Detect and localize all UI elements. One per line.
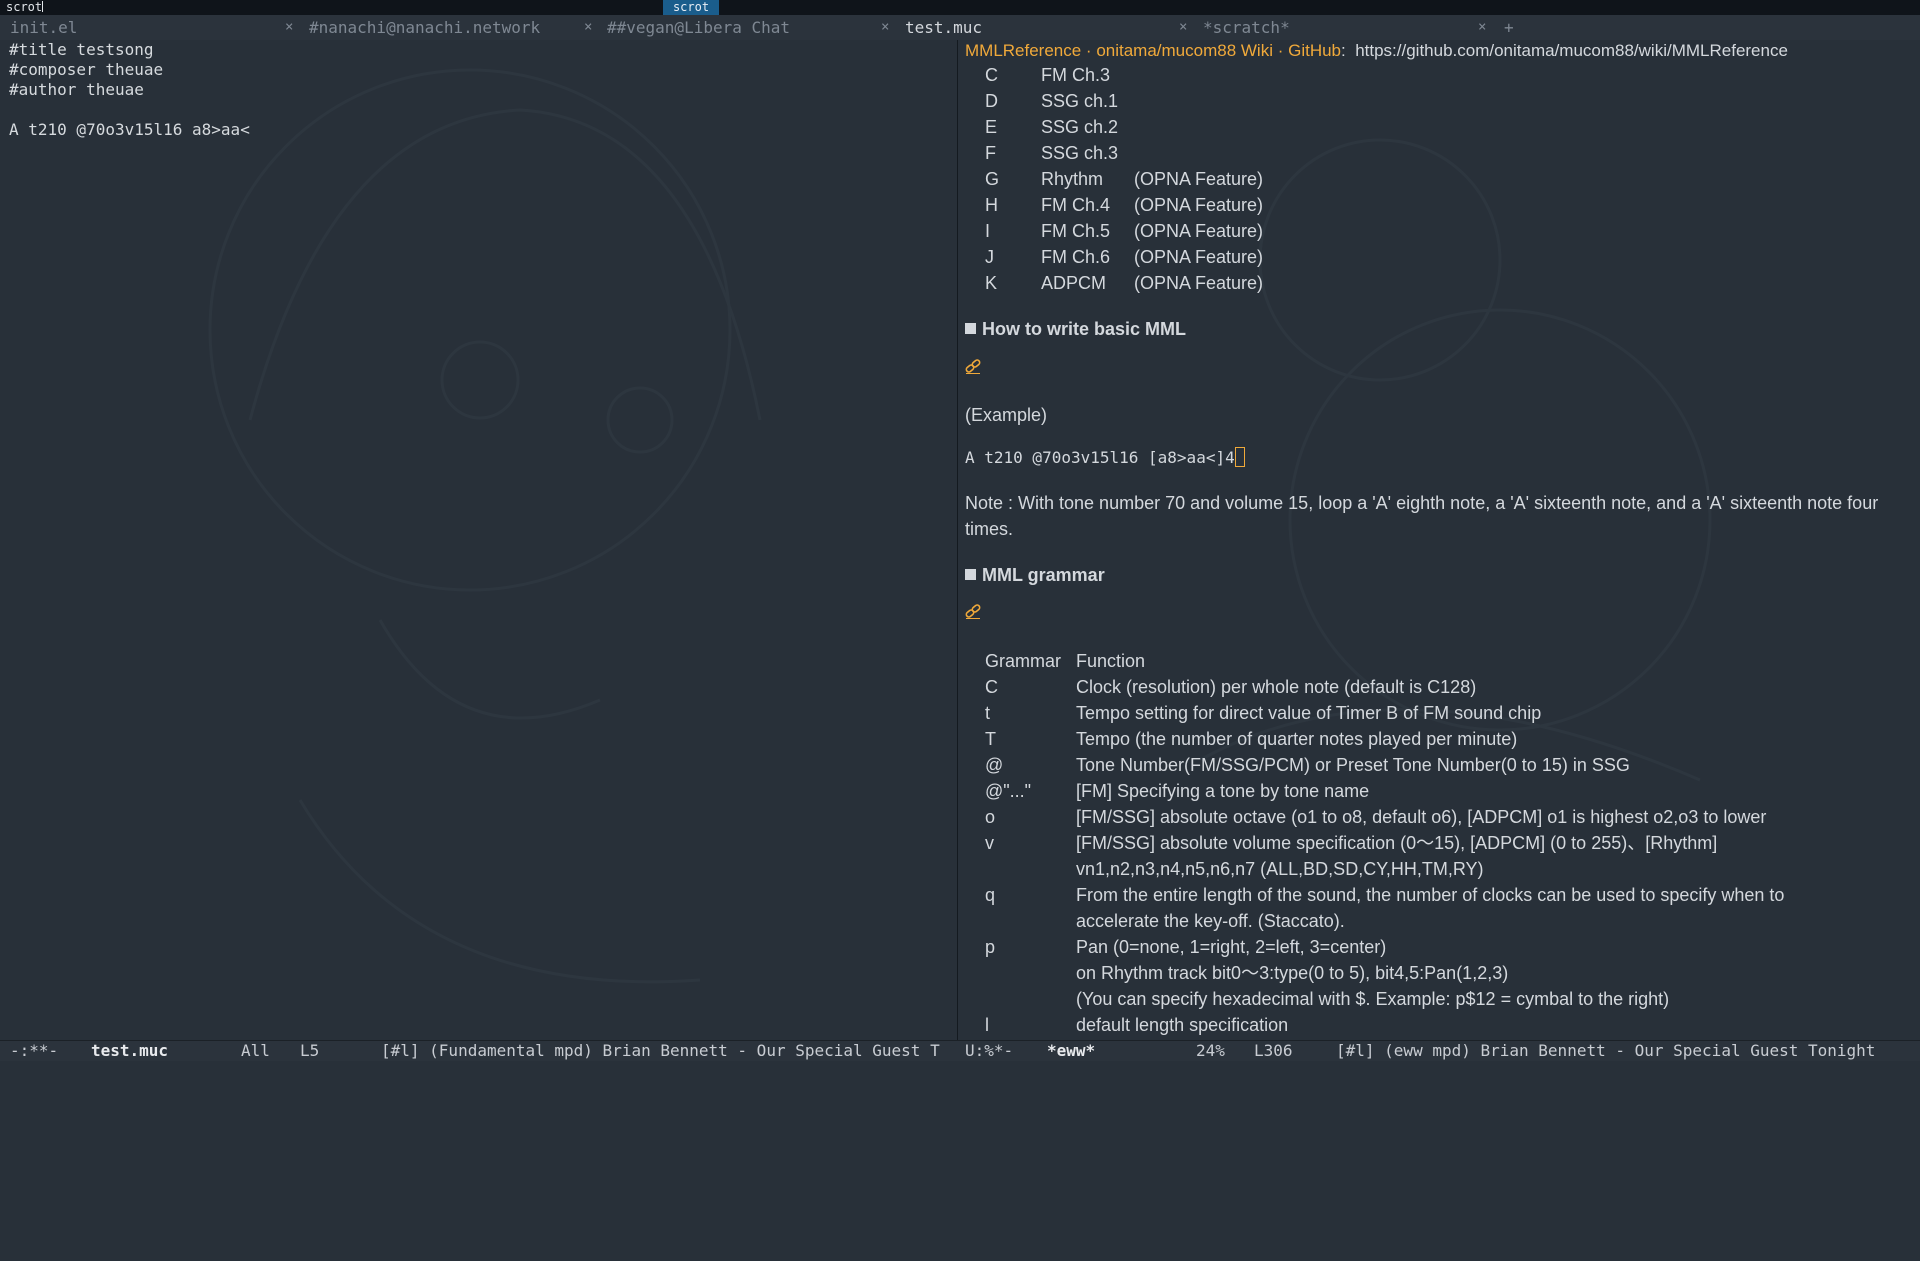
tab-label: #nanachi@nanachi.network [309,18,541,37]
page-title: MMLReference · onitama/mucom88 Wiki · Gi… [965,41,1342,60]
right-buffer-state: U:%*- [965,1041,1014,1060]
left-mode-info: [#l] (Fundamental mpd) Brian Bennett - O… [381,1041,940,1060]
tab-bar: init.el × #nanachi@nanachi.network × ##v… [0,15,1920,40]
right-scroll-position: 24% [1196,1041,1225,1060]
close-icon[interactable]: × [285,15,293,40]
left-buffer-name[interactable]: test.muc [91,1041,168,1061]
tab-label: *scratch* [1203,18,1290,37]
close-icon[interactable]: × [1478,15,1486,40]
buffer-line[interactable]: #title testsong [9,40,154,60]
topbar-title: scrot [6,0,44,14]
tab-label: init.el [10,18,78,37]
mode-line: -:**- test.muc All L5 [#l] (Fundamental … [0,1040,1920,1061]
left-scroll-position: All [241,1041,270,1060]
left-buffer-state: -:**- [10,1041,59,1060]
page-url[interactable]: https://github.com/onitama/mucom88/wiki/… [1355,41,1788,60]
workspace-indicator[interactable]: scrot [663,0,719,16]
example-note: Note : With tone number 70 and volume 15… [965,493,1879,539]
buffer-line[interactable]: #composer theuae [9,60,163,80]
link-icon[interactable] [965,358,981,379]
section-heading-basic: How to write basic MML [965,316,1186,342]
left-line-number: L5 [300,1041,320,1060]
section-heading-grammar: MML grammar [965,562,1105,588]
tab-test-muc[interactable]: test.muc × [905,15,1187,40]
tab-scratch[interactable]: *scratch* × [1203,15,1486,40]
right-buffer-name[interactable]: *eww* [1047,1041,1095,1061]
buffer-line[interactable]: A t210 @70o3v15l16 a8>aa< [9,120,250,140]
add-tab-button[interactable]: + [1504,15,1514,40]
tab-label: ##vegan@Libera Chat [607,18,791,37]
example-code: A t210 @70o3v15l16 [a8>aa<]4 [965,446,1245,470]
close-icon[interactable]: × [1179,15,1187,40]
system-topbar: scrot scrot [0,0,1920,16]
example-label: (Example) [965,405,1048,425]
right-line-number: L306 [1254,1041,1293,1060]
link-icon[interactable] [965,603,981,624]
editor-pane-test-muc[interactable]: #title testsong #composer theuae #author… [0,40,957,1040]
close-icon[interactable]: × [584,15,592,40]
minibuffer[interactable] [0,1061,1920,1080]
tab-init-el[interactable]: init.el × [10,15,293,40]
tab-vegan[interactable]: ##vegan@Libera Chat × [607,15,889,40]
eww-browser-pane[interactable]: MMLReference · onitama/mucom88 Wiki · Gi… [958,40,1920,1040]
text-cursor [1234,447,1245,467]
buffer-line[interactable]: #author theuae [9,80,144,100]
eww-header: MMLReference · onitama/mucom88 Wiki · Gi… [965,41,1788,60]
tab-nanachi[interactable]: #nanachi@nanachi.network × [309,15,592,40]
right-mode-info: [#l] (eww mpd) Brian Bennett - Our Speci… [1336,1041,1876,1060]
close-icon[interactable]: × [881,15,889,40]
tab-label: test.muc [905,18,983,37]
